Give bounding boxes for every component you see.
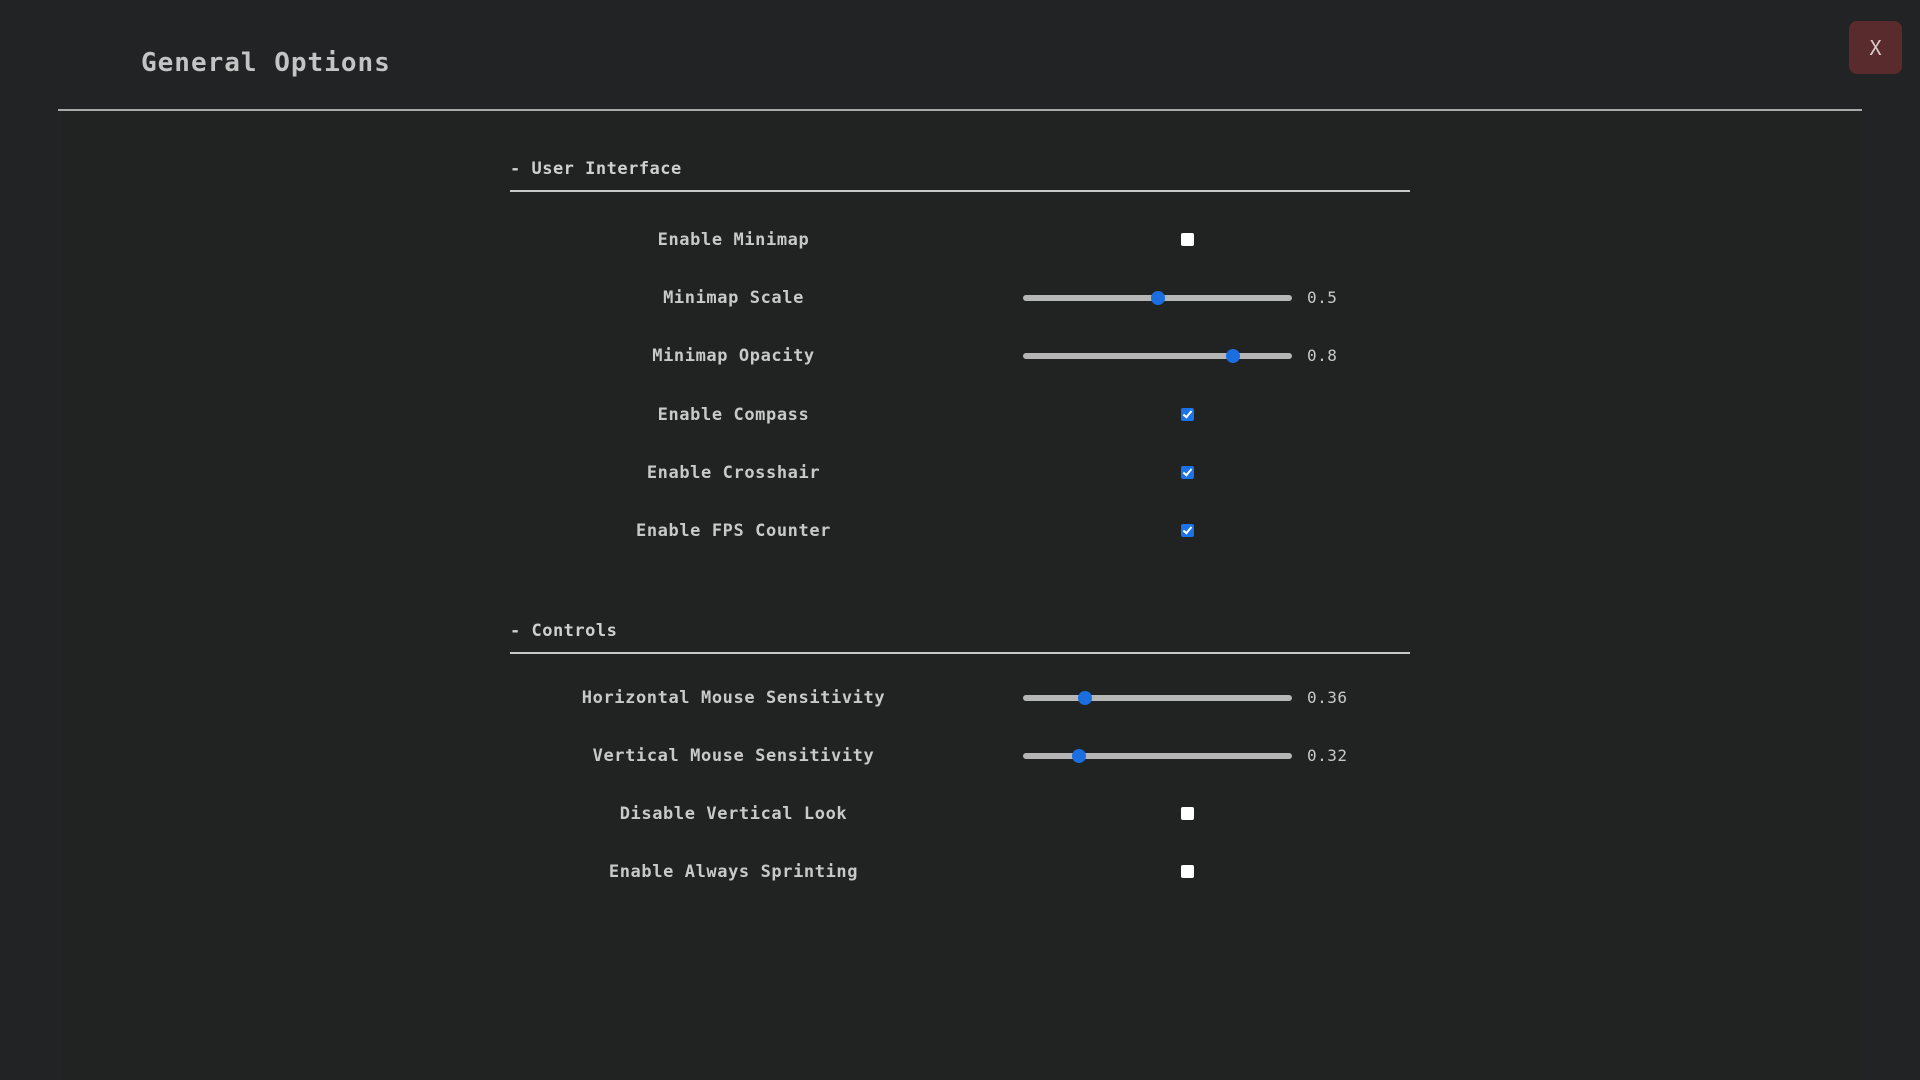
slider-value: 0.8: [1307, 346, 1338, 365]
slider-thumb[interactable]: [1077, 691, 1092, 705]
enable-crosshair-checkbox[interactable]: [1181, 466, 1194, 479]
check-icon: [1182, 466, 1193, 477]
slider-value: 0.32: [1307, 746, 1348, 765]
section-divider: [510, 652, 1410, 654]
check-icon: [1182, 408, 1193, 419]
options-page: General Options X - User Interface Enabl…: [0, 0, 1920, 1080]
enable-always-sprinting-checkbox[interactable]: [1181, 865, 1194, 878]
section-header-controls[interactable]: - Controls: [510, 621, 1410, 649]
setting-row-vertical-mouse-sensitivity: Vertical Mouse Sensitivity 0.32: [510, 741, 1410, 771]
setting-label: Horizontal Mouse Sensitivity: [581, 688, 886, 708]
setting-label: Minimap Scale: [663, 288, 804, 308]
horizontal-mouse-sensitivity-slider[interactable]: [1023, 691, 1292, 705]
minimap-opacity-slider[interactable]: [1023, 349, 1292, 363]
setting-row-minimap-opacity: Minimap Opacity 0.8: [510, 341, 1410, 371]
setting-row-enable-minimap: Enable Minimap: [510, 225, 1410, 255]
setting-row-enable-always-sprinting: Enable Always Sprinting: [510, 857, 1410, 887]
setting-label: Enable Minimap: [657, 230, 810, 250]
section-user-interface: - User Interface Enable Minimap Minimap …: [510, 159, 1410, 559]
setting-label: Vertical Mouse Sensitivity: [592, 746, 875, 766]
disable-vertical-look-checkbox[interactable]: [1181, 807, 1194, 820]
enable-compass-checkbox[interactable]: [1181, 408, 1194, 421]
setting-row-enable-fps-counter: Enable FPS Counter: [510, 516, 1410, 546]
setting-label: Enable Always Sprinting: [608, 862, 859, 882]
title-divider: [58, 109, 1862, 111]
slider-thumb[interactable]: [1150, 291, 1165, 305]
setting-label: Enable Compass: [657, 405, 810, 425]
enable-fps-counter-checkbox[interactable]: [1181, 524, 1194, 537]
setting-row-enable-compass: Enable Compass: [510, 400, 1410, 430]
enable-minimap-checkbox[interactable]: [1181, 233, 1194, 246]
minimap-scale-slider[interactable]: [1023, 291, 1292, 305]
setting-row-enable-crosshair: Enable Crosshair: [510, 458, 1410, 488]
setting-row-horizontal-mouse-sensitivity: Horizontal Mouse Sensitivity 0.36: [510, 683, 1410, 713]
slider-track: [1023, 695, 1292, 701]
slider-thumb[interactable]: [1072, 749, 1087, 763]
setting-row-disable-vertical-look: Disable Vertical Look: [510, 799, 1410, 829]
check-icon: [1182, 524, 1193, 535]
setting-label: Enable Crosshair: [646, 463, 821, 483]
section-divider: [510, 190, 1410, 192]
setting-label: Disable Vertical Look: [619, 804, 848, 824]
section-controls: - Controls Horizontal Mouse Sensitivity …: [510, 621, 1410, 921]
setting-label: Enable FPS Counter: [635, 521, 832, 541]
slider-track: [1023, 753, 1292, 759]
setting-label: Minimap Opacity: [652, 346, 815, 366]
slider-thumb[interactable]: [1225, 349, 1240, 363]
section-header-user-interface[interactable]: - User Interface: [510, 159, 1410, 187]
setting-row-minimap-scale: Minimap Scale 0.5: [510, 283, 1410, 313]
slider-track: [1023, 353, 1292, 359]
close-button[interactable]: X: [1849, 21, 1902, 74]
slider-value: 0.36: [1307, 688, 1348, 707]
slider-value: 0.5: [1307, 288, 1338, 307]
page-title: General Options: [141, 48, 391, 78]
vertical-mouse-sensitivity-slider[interactable]: [1023, 749, 1292, 763]
